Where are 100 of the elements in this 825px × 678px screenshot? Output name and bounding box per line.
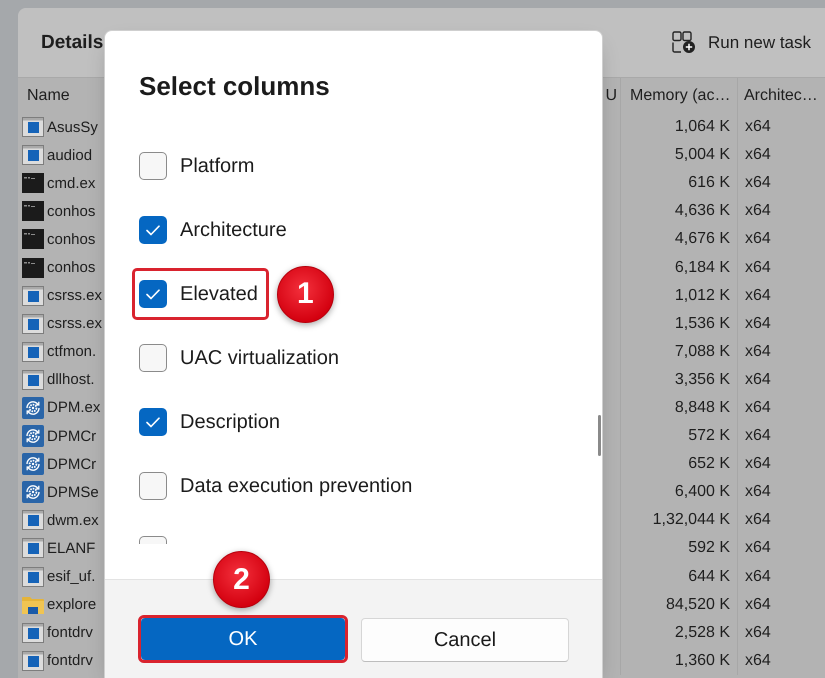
- console-icon: [22, 258, 44, 278]
- checkbox[interactable]: [139, 536, 167, 544]
- architecture-value: x64: [745, 568, 771, 586]
- checkbox[interactable]: [139, 280, 167, 308]
- option-label: Data execution prevention: [180, 474, 412, 498]
- dialog-title: Select columns: [139, 70, 331, 103]
- memory-value: 7,088 K: [674, 342, 730, 361]
- architecture-value: x64: [745, 258, 771, 277]
- column-header[interactable]: U: [605, 86, 617, 104]
- process-name: ELANF: [47, 540, 96, 557]
- architecture-value: x64: [745, 118, 771, 136]
- memory-value: 4,636 K: [674, 202, 730, 220]
- architecture-value: x64: [745, 202, 771, 220]
- step-badge: 2: [213, 551, 270, 608]
- process-name: explore: [47, 596, 96, 614]
- gear-icon: [22, 425, 44, 448]
- memory-value: 1,012 K: [674, 286, 730, 305]
- architecture-value: x64: [745, 342, 771, 361]
- option-label: Elevated: [180, 282, 258, 306]
- scrollbar-thumb[interactable]: [598, 415, 601, 456]
- app-window-icon: [22, 622, 44, 643]
- option-label: Architecture: [180, 218, 287, 242]
- architecture-value: x64: [745, 427, 771, 446]
- gear-icon: [22, 453, 44, 476]
- architecture-value: x64: [745, 398, 771, 417]
- column-header[interactable]: Memory (ac…: [630, 86, 730, 104]
- memory-value: 84,520 K: [666, 596, 730, 614]
- process-name: audiod: [47, 146, 92, 164]
- gear-icon: [22, 396, 44, 419]
- checkbox[interactable]: [139, 216, 167, 244]
- memory-value: 5,004 K: [674, 146, 730, 164]
- process-name: DPMCr: [47, 428, 96, 445]
- console-icon: [22, 229, 44, 250]
- option-label: Description: [180, 410, 280, 434]
- gear-icon: [22, 481, 44, 504]
- architecture-value: x64: [745, 146, 771, 164]
- memory-value: 4,676 K: [674, 230, 730, 248]
- app-window-icon: [22, 370, 44, 390]
- process-name: fontdrv: [47, 652, 93, 670]
- app-window-icon: [22, 510, 44, 530]
- step-badge: 1: [276, 266, 334, 322]
- app-window-icon: [22, 342, 44, 362]
- option-label: UAC virtualization: [180, 346, 339, 370]
- page-title: Details: [41, 32, 104, 54]
- architecture-value: x64: [745, 230, 771, 248]
- architecture-value: x64: [745, 483, 771, 502]
- checkmark-icon: [146, 224, 160, 236]
- architecture-value: x64: [745, 174, 771, 192]
- process-name: AsusSy: [47, 118, 98, 136]
- memory-value: 616 K: [688, 174, 730, 192]
- memory-value: 8,848 K: [674, 398, 730, 417]
- process-name: conhos: [47, 230, 96, 248]
- process-name: conhos: [47, 202, 96, 220]
- process-name: dwm.ex: [47, 512, 99, 529]
- architecture-value: x64: [745, 370, 771, 389]
- option-label: Platform: [180, 154, 254, 178]
- process-name: csrss.ex: [47, 315, 102, 332]
- memory-value: 2,528 K: [674, 624, 730, 642]
- checkbox[interactable]: [139, 152, 167, 180]
- memory-value: 592 K: [688, 539, 730, 558]
- checkbox[interactable]: [139, 344, 167, 372]
- memory-value: 1,360 K: [674, 652, 730, 670]
- memory-value: 652 K: [688, 455, 730, 474]
- column-header[interactable]: Architec…: [744, 86, 818, 104]
- architecture-value: x64: [745, 314, 771, 333]
- folder-icon: [22, 594, 44, 615]
- checkbox[interactable]: [139, 472, 167, 500]
- architecture-value: x64: [745, 596, 771, 614]
- process-name: DPM.ex: [47, 399, 100, 416]
- memory-value: 644 K: [688, 568, 730, 586]
- memory-value: 1,064 K: [674, 118, 730, 136]
- app-window-icon: [22, 117, 44, 138]
- checkbox[interactable]: [139, 408, 167, 436]
- architecture-value: x64: [745, 455, 771, 474]
- app-window-icon: [22, 314, 44, 334]
- app-window-icon: [22, 538, 44, 558]
- memory-value: 3,356 K: [674, 370, 730, 389]
- process-name: DPMCr: [47, 456, 96, 473]
- architecture-value: x64: [745, 624, 771, 642]
- app-window-icon: [22, 145, 44, 166]
- app-window-icon: [22, 566, 44, 587]
- cancel-button[interactable]: Cancel: [361, 618, 569, 662]
- console-icon: [22, 173, 44, 194]
- memory-value: 6,184 K: [674, 258, 730, 277]
- console-icon: [22, 201, 44, 222]
- checkmark-icon: [146, 288, 160, 300]
- architecture-value: x64: [745, 539, 771, 558]
- process-name: dllhost.: [47, 371, 95, 388]
- ok-button[interactable]: OK: [141, 618, 345, 660]
- memory-value: 572 K: [688, 427, 730, 446]
- app-window-icon: [22, 286, 44, 306]
- process-name: ctfmon.: [47, 343, 96, 360]
- process-name: esif_uf.: [47, 568, 96, 586]
- process-name: csrss.ex: [47, 287, 102, 304]
- architecture-value: x64: [745, 652, 771, 670]
- run-new-task-button[interactable]: Run new task: [662, 25, 825, 60]
- column-header[interactable]: Name: [27, 86, 70, 104]
- process-name: cmd.ex: [47, 174, 96, 192]
- memory-value: 1,536 K: [674, 314, 730, 333]
- memory-value: 6,400 K: [674, 483, 730, 502]
